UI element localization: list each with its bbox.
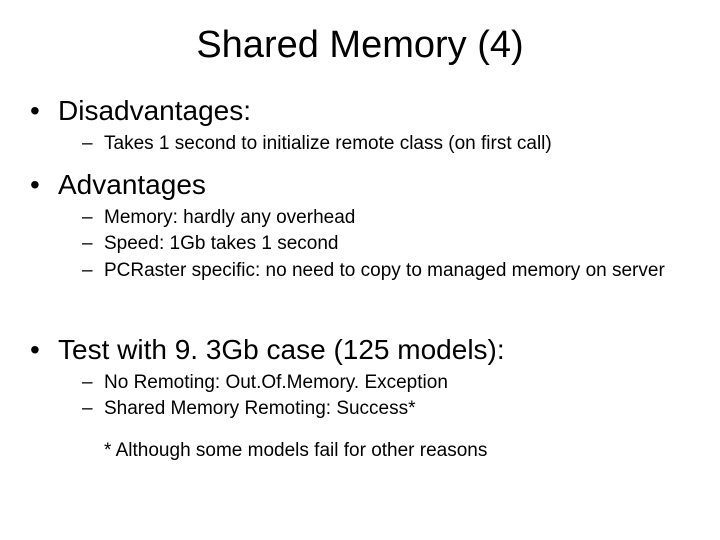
list-item: • Disadvantages: bbox=[30, 93, 690, 128]
sub-list: – No Remoting: Out.Of.Memory. Exception … bbox=[30, 371, 690, 422]
list-item: – Memory: hardly any overhead bbox=[82, 206, 690, 231]
dash-icon: – bbox=[82, 398, 104, 420]
dash-icon: – bbox=[82, 260, 104, 282]
footnote: * Although some models fail for other re… bbox=[104, 440, 690, 462]
sub-item-text: PCRaster specific: no need to copy to ma… bbox=[104, 259, 665, 284]
bullet-list: • Disadvantages: – Takes 1 second to ini… bbox=[30, 93, 690, 462]
section-heading: Advantages bbox=[58, 167, 206, 202]
bullet-icon: • bbox=[30, 97, 58, 125]
sub-item-text: Memory: hardly any overhead bbox=[104, 206, 355, 231]
spacer bbox=[30, 294, 690, 328]
sub-item-text: No Remoting: Out.Of.Memory. Exception bbox=[104, 371, 448, 396]
sub-item-text: Takes 1 second to initialize remote clas… bbox=[104, 132, 552, 157]
dash-icon: – bbox=[82, 233, 104, 255]
dash-icon: – bbox=[82, 133, 104, 155]
sub-item-text: Shared Memory Remoting: Success* bbox=[104, 397, 416, 422]
dash-icon: – bbox=[82, 207, 104, 229]
list-item: – Shared Memory Remoting: Success* bbox=[82, 397, 690, 422]
slide: Shared Memory (4) • Disadvantages: – Tak… bbox=[0, 0, 720, 540]
list-item: – PCRaster specific: no need to copy to … bbox=[82, 259, 690, 284]
list-item: – No Remoting: Out.Of.Memory. Exception bbox=[82, 371, 690, 396]
sub-list: – Takes 1 second to initialize remote cl… bbox=[30, 132, 690, 157]
section-heading: Test with 9. 3Gb case (125 models): bbox=[58, 332, 505, 367]
list-item: – Takes 1 second to initialize remote cl… bbox=[82, 132, 690, 157]
list-item: • Advantages bbox=[30, 167, 690, 202]
sub-item-text: Speed: 1Gb takes 1 second bbox=[104, 232, 339, 257]
section-test: • Test with 9. 3Gb case (125 models): – … bbox=[30, 332, 690, 462]
dash-icon: – bbox=[82, 372, 104, 394]
list-item: – Speed: 1Gb takes 1 second bbox=[82, 232, 690, 257]
section-disadvantages: • Disadvantages: – Takes 1 second to ini… bbox=[30, 93, 690, 157]
list-item: • Test with 9. 3Gb case (125 models): bbox=[30, 332, 690, 367]
section-advantages: • Advantages – Memory: hardly any overhe… bbox=[30, 167, 690, 284]
sub-list: – Memory: hardly any overhead – Speed: 1… bbox=[30, 206, 690, 284]
bullet-icon: • bbox=[30, 336, 58, 364]
section-heading: Disadvantages: bbox=[58, 93, 251, 128]
slide-title: Shared Memory (4) bbox=[30, 24, 690, 67]
bullet-icon: • bbox=[30, 171, 58, 199]
